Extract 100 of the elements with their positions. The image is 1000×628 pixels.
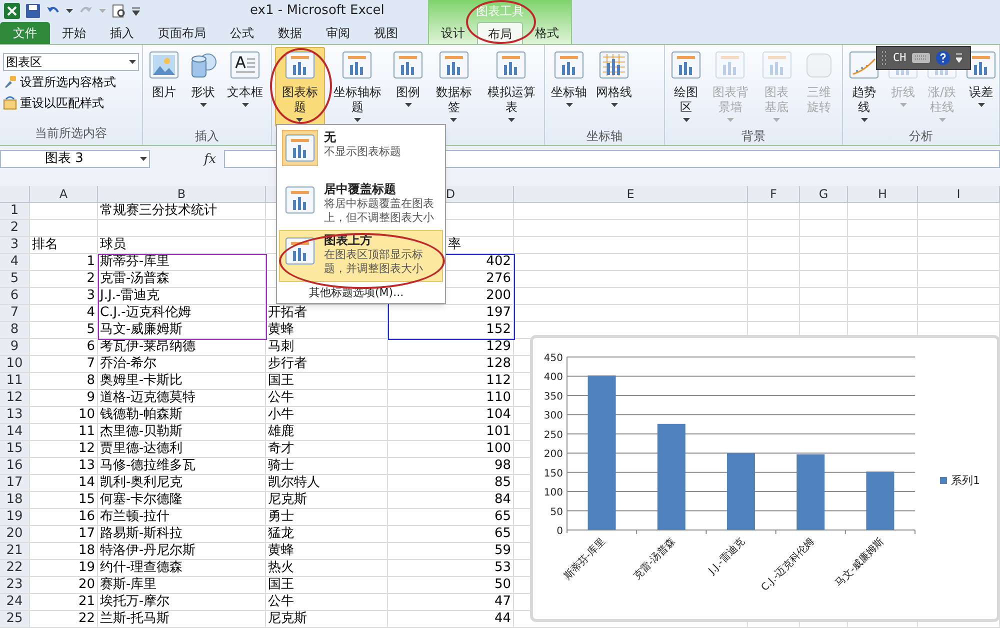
row-header[interactable]: 11 (0, 373, 30, 390)
spreadsheet-icon[interactable] (4, 3, 20, 19)
row-header[interactable]: 4 (0, 254, 30, 271)
ribbon-button[interactable]: 网格线 (593, 47, 635, 127)
table-cell: 布兰顿-拉什 (98, 509, 266, 526)
column-header[interactable]: B (98, 186, 266, 203)
row-header[interactable]: 24 (0, 594, 30, 611)
table-cell: 6 (30, 339, 98, 356)
caret-icon (242, 103, 248, 107)
column-header[interactable]: I (918, 186, 1000, 203)
table-cell: 85 (388, 475, 514, 492)
ribbon-button[interactable]: 文本框 (224, 47, 266, 127)
caret-icon (682, 118, 690, 122)
ribbon-button[interactable]: 数据标签 (429, 47, 479, 127)
table-cell: 8 (30, 373, 98, 390)
caret-icon (610, 103, 618, 107)
table-cell (848, 271, 918, 288)
row-header[interactable]: 2 (0, 220, 30, 237)
ribbon-tab[interactable]: 审阅 (314, 22, 362, 44)
ribbon-tab[interactable]: 页面布局 (146, 22, 218, 44)
row-header[interactable]: 1 (0, 203, 30, 220)
ribbon-tab[interactable]: 布局 (477, 22, 523, 44)
table-cell: 国王 (266, 577, 388, 594)
ribbon-tab[interactable]: 插入 (98, 22, 146, 44)
axis-tick-label: 0 (556, 526, 563, 537)
keyboard-icon[interactable] (912, 53, 930, 63)
print-preview-icon[interactable] (112, 4, 126, 18)
row-header[interactable]: 3 (0, 237, 30, 254)
table-cell: 小牛 (266, 407, 388, 424)
row-header[interactable]: 7 (0, 305, 30, 322)
table-cell: 常规赛三分技术统计 (98, 203, 266, 220)
ribbon-tab[interactable]: 视图 (362, 22, 410, 44)
row-header[interactable]: 12 (0, 390, 30, 407)
ribbon-tab[interactable]: 公式 (218, 22, 266, 44)
caret-icon (450, 118, 458, 122)
ribbon-tab[interactable]: 格式 (523, 22, 571, 44)
table-cell: 奇才 (266, 441, 388, 458)
help-icon[interactable] (936, 51, 950, 65)
row-header[interactable]: 17 (0, 475, 30, 492)
ribbon-button[interactable]: 图片 (146, 47, 182, 127)
group-label: 当前所选内容 (34, 125, 108, 142)
ribbon-button[interactable]: 模拟运算表 (482, 47, 541, 127)
ribbon-tab[interactable]: 文件 (0, 22, 50, 44)
table-cell (748, 203, 800, 220)
function-label[interactable]: fx (204, 150, 216, 170)
axis-tick-label: 300 (544, 410, 563, 422)
table-cell: 100 (388, 441, 514, 458)
customize-icon[interactable] (132, 6, 140, 16)
chart-element-dropdown[interactable]: 图表区 (3, 53, 139, 71)
ribbon-button[interactable]: 坐标轴 (548, 47, 590, 127)
row-header[interactable]: 18 (0, 492, 30, 509)
grip-icon[interactable] (881, 50, 887, 66)
group-label: 背景 (740, 128, 766, 145)
axis-tick-label: 350 (544, 391, 563, 402)
row-header[interactable]: 16 (0, 458, 30, 475)
table-cell: 勇士 (266, 509, 388, 526)
ribbon-button[interactable]: 形状 (185, 47, 221, 127)
row-header[interactable]: 20 (0, 526, 30, 543)
table-cell: 特洛伊-丹尼尔斯 (98, 543, 266, 560)
row-header[interactable]: 21 (0, 543, 30, 560)
row-header[interactable]: 8 (0, 322, 30, 339)
table-cell: 兰斯-托马斯 (98, 611, 266, 628)
minimize-icon[interactable] (956, 53, 962, 63)
caret-icon (404, 103, 412, 107)
ribbon-tab[interactable]: 开始 (50, 22, 98, 44)
column-header[interactable]: F (748, 186, 800, 203)
row-header[interactable]: 5 (0, 271, 30, 288)
axis-tick-label: 450 (544, 353, 563, 364)
row-header[interactable]: 13 (0, 407, 30, 424)
axis-tick-label: 400 (544, 372, 563, 384)
ribbon-command[interactable]: 设置所选内容格式 (3, 72, 139, 92)
name-box[interactable]: 图表 3 (0, 150, 150, 168)
row-header[interactable]: 23 (0, 577, 30, 594)
ribbon-button[interactable]: 图表标题 (275, 47, 325, 127)
caret-icon (900, 103, 906, 107)
row-header[interactable]: 15 (0, 441, 30, 458)
ribbon-button[interactable]: 绘图区 (668, 47, 704, 127)
table-cell: 12 (30, 441, 98, 458)
column-header[interactable]: G (800, 186, 848, 203)
caret-icon (296, 118, 304, 122)
ribbon-tab[interactable]: 设计 (429, 22, 477, 44)
row-header[interactable]: 22 (0, 560, 30, 577)
row-header[interactable]: 9 (0, 339, 30, 356)
axis-tick-label: 250 (544, 430, 563, 441)
row-header[interactable]: 10 (0, 356, 30, 373)
row-header[interactable]: 19 (0, 509, 30, 526)
menu-item[interactable]: 无 不显示图表标题 (279, 127, 443, 178)
table-cell: 18 (30, 543, 98, 560)
ribbon-command[interactable]: 重设以匹配样式 (3, 93, 139, 113)
column-header[interactable]: E (514, 186, 748, 203)
table-cell: 128 (388, 356, 514, 373)
column-header[interactable]: H (848, 186, 918, 203)
row-header[interactable]: 14 (0, 424, 30, 441)
ribbon-tab[interactable]: 数据 (266, 22, 314, 44)
row-header[interactable]: 6 (0, 288, 30, 305)
row-header[interactable]: 25 (0, 611, 30, 628)
category-label: 克雷-汤普森 (632, 536, 678, 582)
table-cell: 斯蒂芬-库里 (98, 254, 266, 271)
column-header[interactable]: A (30, 186, 98, 203)
save-icon[interactable] (26, 4, 40, 18)
